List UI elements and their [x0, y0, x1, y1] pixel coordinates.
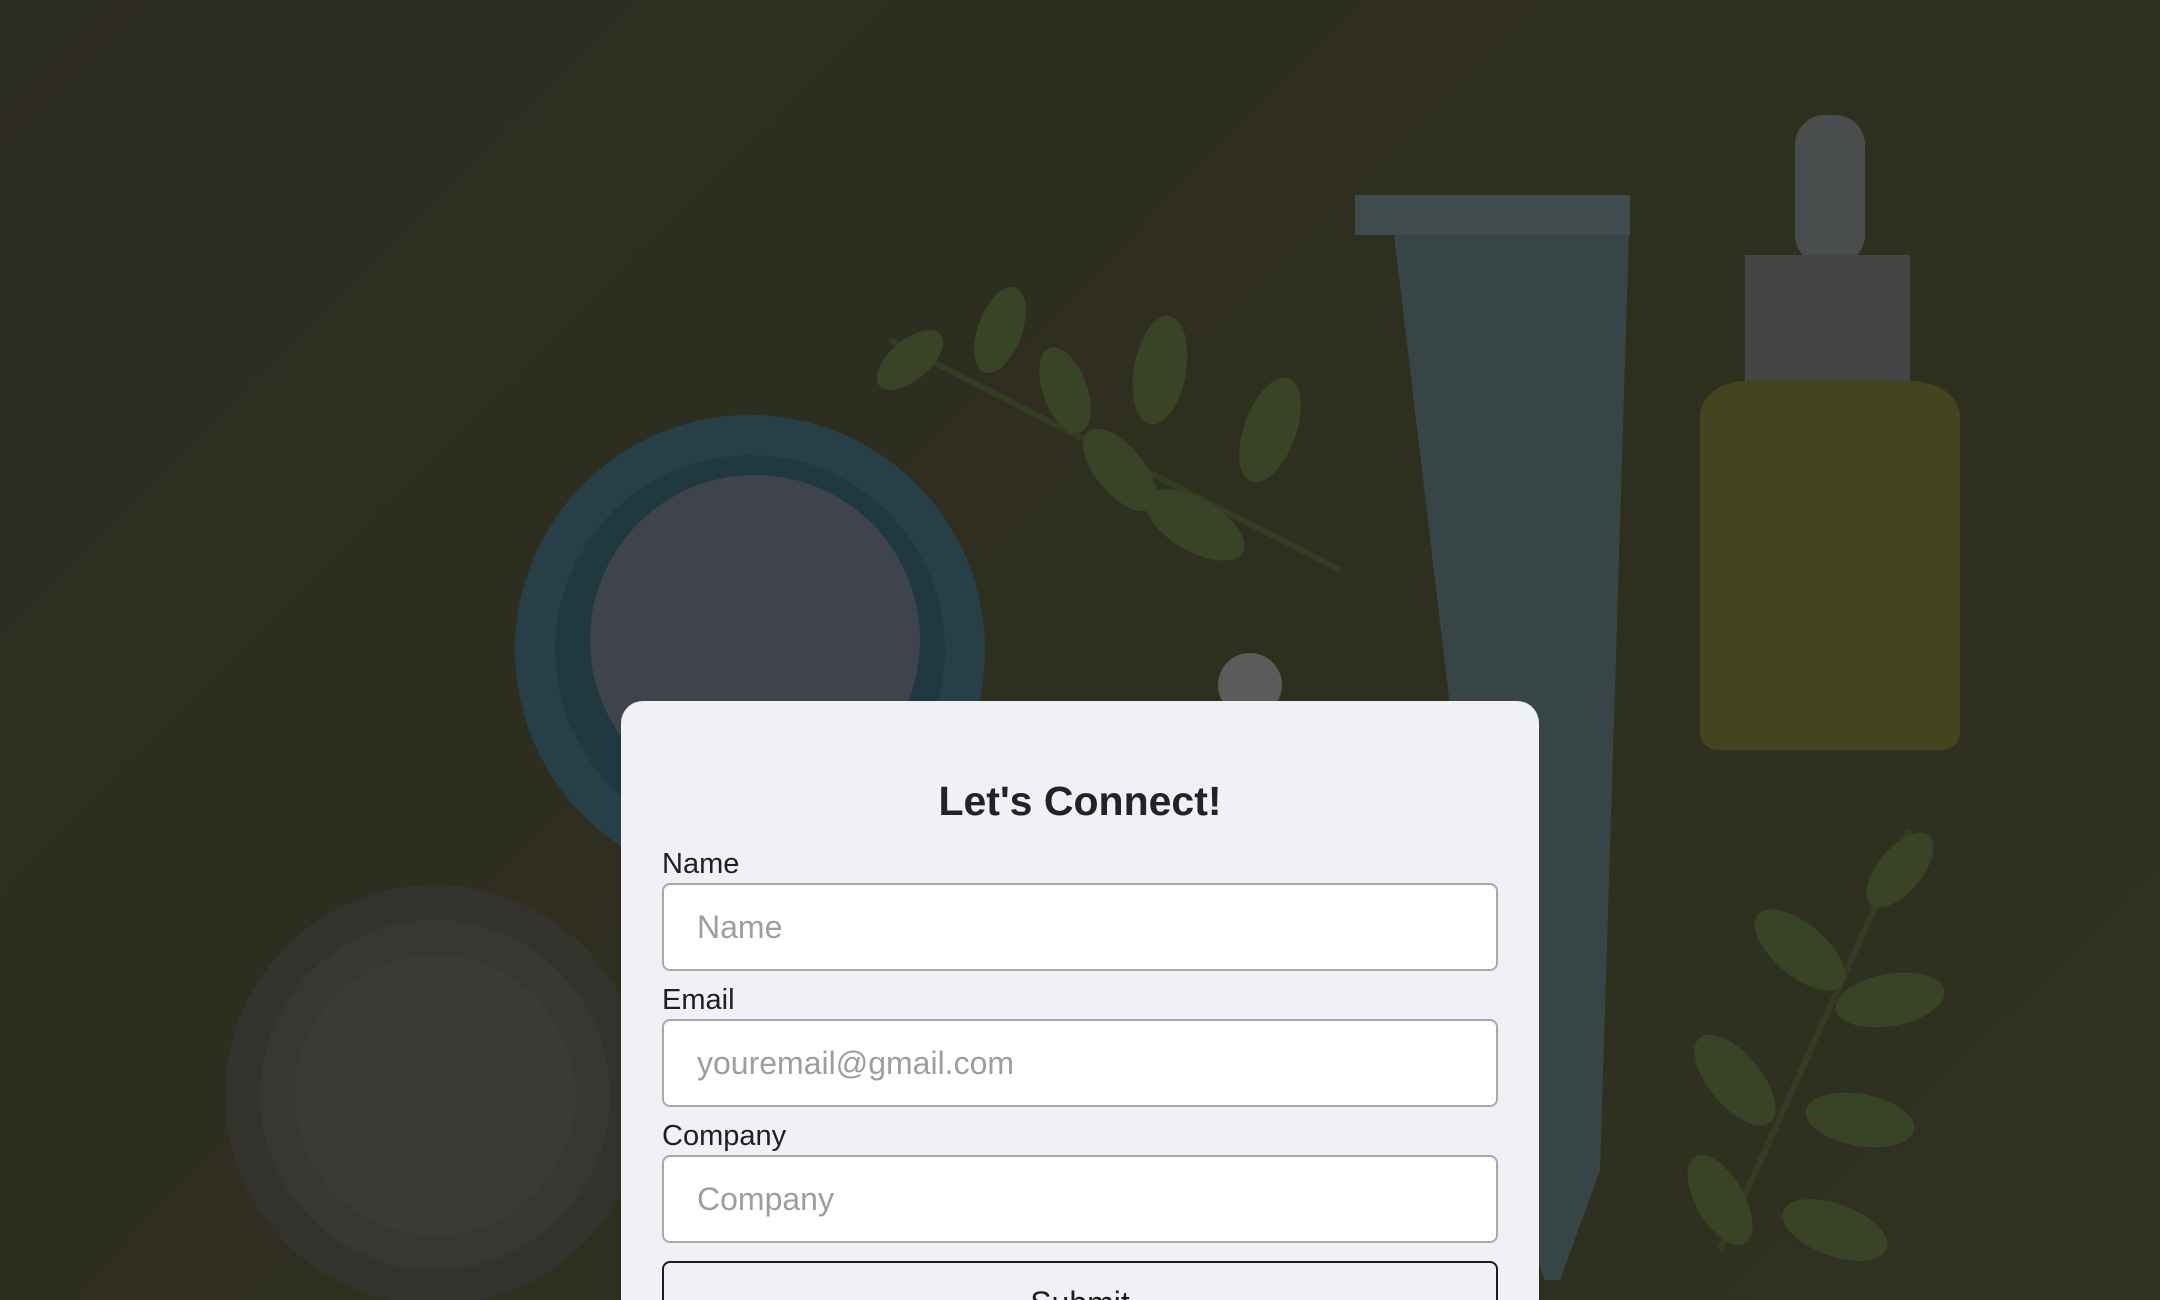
form-title: Let's Connect!: [938, 778, 1222, 824]
company-label: Company: [662, 1120, 787, 1152]
company-input[interactable]: [662, 1155, 1498, 1243]
email-label: Email: [662, 984, 735, 1016]
name-input[interactable]: [662, 883, 1498, 971]
submit-button[interactable]: Submit: [662, 1261, 1498, 1300]
name-label: Name: [662, 848, 740, 880]
email-input[interactable]: [662, 1019, 1498, 1107]
contact-form-card: Let's Connect! Name Email Company Submit: [621, 701, 1539, 1300]
